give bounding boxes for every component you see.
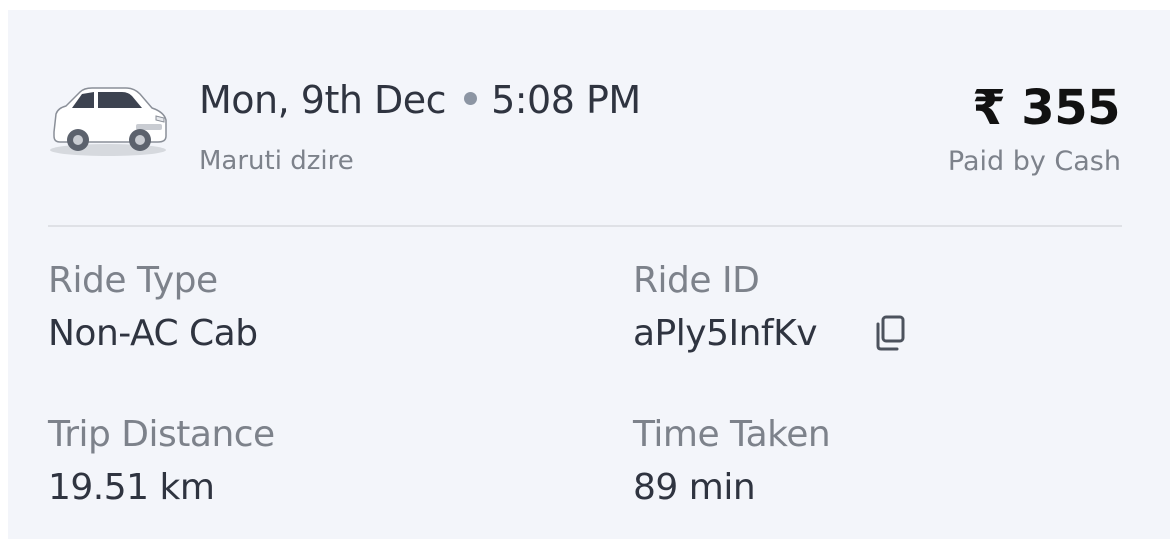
ride-datetime: Mon, 9th Dec 5:08 PM xyxy=(199,78,641,122)
ride-id-label: Ride ID xyxy=(633,260,760,301)
ride-time: 5:08 PM xyxy=(491,78,641,122)
ride-summary-card: Mon, 9th Dec 5:08 PM Maruti dzire ₹ 355 P… xyxy=(8,10,1170,539)
time-taken-value: 89 min xyxy=(633,467,756,508)
car-icon xyxy=(50,87,167,156)
trip-distance-label: Trip Distance xyxy=(48,414,275,455)
ride-type-value: Non-AC Cab xyxy=(48,313,258,354)
car-model: Maruti dzire xyxy=(199,146,354,176)
copy-icon[interactable] xyxy=(870,313,910,355)
fare-amount: ₹ 355 xyxy=(972,80,1120,136)
trip-distance-value: 19.51 km xyxy=(48,467,215,508)
ride-type-label: Ride Type xyxy=(48,260,218,301)
time-taken-label: Time Taken xyxy=(633,414,831,455)
payment-method: Paid by Cash xyxy=(947,146,1121,177)
ride-id-value: aPly5InfKv xyxy=(633,313,818,354)
separator-dot xyxy=(464,92,478,105)
divider xyxy=(48,225,1122,227)
ride-date: Mon, 9th Dec xyxy=(199,78,447,122)
